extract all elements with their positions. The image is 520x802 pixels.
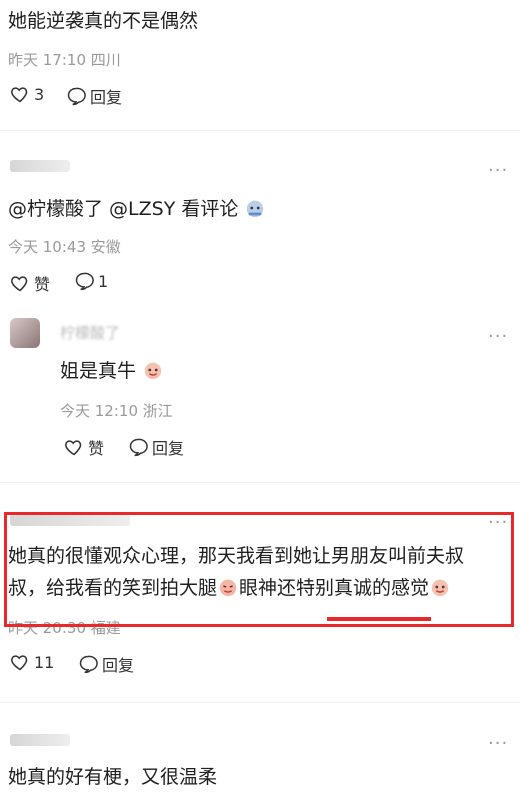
like-count: 3: [34, 84, 45, 104]
more-options-button[interactable]: ···: [488, 160, 508, 181]
heart-icon: [65, 440, 82, 456]
more-options-button[interactable]: ···: [488, 733, 508, 754]
emoji-icon: [144, 362, 162, 380]
divider: [0, 482, 520, 483]
emoji-icon: [247, 200, 264, 218]
comment-text: 她真的好有梗，又很温柔: [8, 766, 218, 788]
highlight-box: [4, 512, 514, 627]
avatar[interactable]: [10, 318, 40, 348]
more-options-button[interactable]: ···: [488, 326, 508, 347]
reply-button[interactable]: 回复: [78, 652, 134, 676]
comment-count-button[interactable]: 1: [74, 271, 108, 291]
divider: [0, 702, 520, 703]
heart-icon: [11, 655, 28, 671]
heart-icon: [11, 276, 28, 292]
like-button[interactable]: 赞: [64, 435, 104, 459]
divider: [0, 130, 520, 131]
highlight-underline: [327, 617, 431, 621]
reply-meta: 今天 12:10 浙江: [60, 402, 173, 420]
like-label: 赞: [34, 275, 51, 294]
comment-bubble-icon: [129, 438, 148, 457]
comment-bubble-icon: [79, 655, 98, 674]
like-button[interactable]: 赞: [10, 271, 50, 295]
username-blurred: [10, 734, 70, 746]
comment-meta: 昨天 17:10 四川: [8, 51, 121, 69]
comment-count: 1: [98, 271, 109, 291]
heart-icon: [11, 87, 28, 103]
comment-meta: 今天 10:43 安徽: [8, 238, 121, 256]
like-count: 11: [34, 652, 55, 672]
comment-bubble-icon: [67, 87, 86, 106]
reply-label: 回复: [152, 439, 185, 458]
username-blurred: [10, 160, 70, 172]
reply-label: 回复: [90, 88, 123, 107]
reply-button[interactable]: 回复: [66, 84, 122, 108]
like-button[interactable]: 11: [10, 652, 54, 672]
like-label: 赞: [88, 439, 105, 458]
comment-text: 她能逆袭真的不是偶然: [8, 10, 199, 32]
reply-text: 姐是真牛: [60, 358, 164, 384]
like-button[interactable]: 3: [10, 84, 44, 104]
reply-button[interactable]: 回复: [128, 435, 184, 459]
reply-username[interactable]: 柠檬酸了: [60, 322, 120, 343]
comment-bubble-icon: [75, 272, 94, 291]
reply-label: 回复: [102, 656, 135, 675]
comment-text: @柠檬酸了 @LZSY 看评论: [8, 196, 266, 222]
